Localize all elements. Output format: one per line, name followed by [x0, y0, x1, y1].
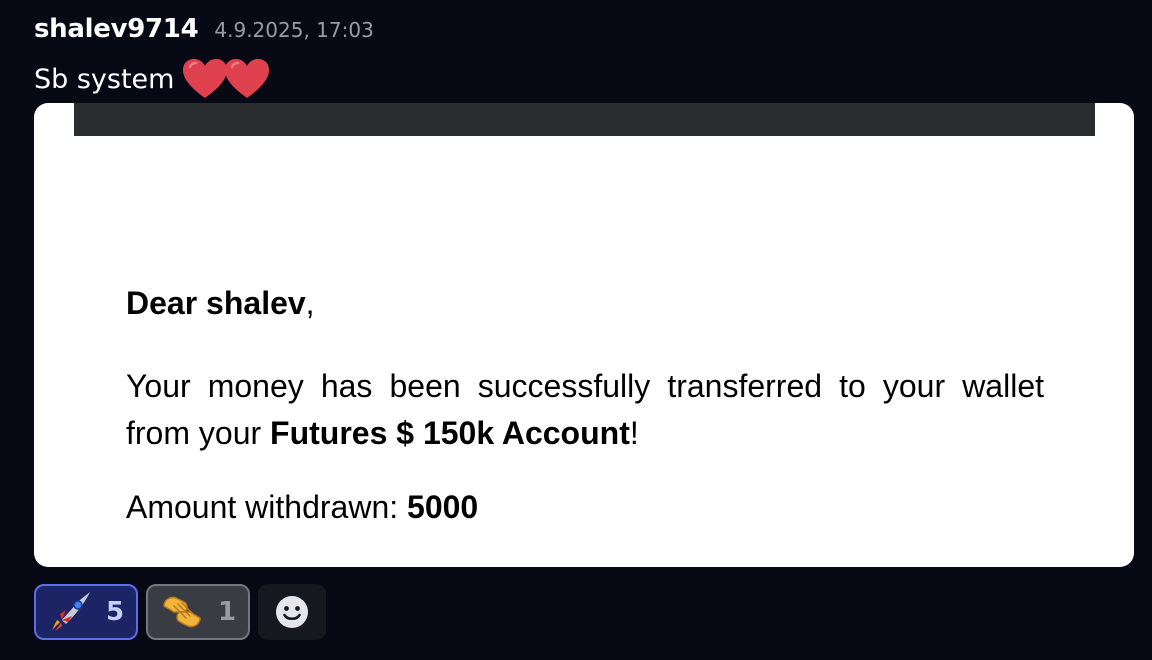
reaction-count: 5 [106, 597, 125, 627]
amount-label: Amount withdrawn: [126, 489, 408, 525]
message-header: shalev9714 4.9.2025, 17:03 [34, 14, 374, 44]
greeting-name: Dear shalev [126, 285, 306, 321]
message-text-line: Sb system [34, 58, 270, 100]
email-header-bar [74, 103, 1095, 136]
red-heart-icon [183, 59, 228, 98]
body-post: ! [629, 415, 639, 451]
image-attachment[interactable]: Dear shalev, Your money has been success… [34, 103, 1134, 567]
email-greeting: Dear shalev, [126, 283, 1044, 323]
reaction-handshake[interactable]: 1 [146, 584, 250, 640]
amount-value: 5000 [407, 489, 479, 525]
handshake-fist-icon [160, 590, 204, 634]
username[interactable]: shalev9714 [34, 14, 199, 44]
reactions-bar: 5 1 [34, 584, 326, 640]
rocket-icon [48, 590, 92, 634]
email-body: Your money has been successfully transfe… [126, 363, 1044, 457]
body-account: Futures $ 150k Account [270, 415, 630, 451]
add-reaction-button[interactable] [258, 584, 326, 640]
smiley-face-icon [276, 596, 308, 628]
heart-emojis [182, 58, 270, 100]
greeting-punct: , [305, 285, 315, 321]
message-text: Sb system [34, 63, 175, 95]
timestamp: 4.9.2025, 17:03 [214, 18, 374, 42]
email-content: Dear shalev, Your money has been success… [126, 283, 1044, 527]
reaction-count: 1 [218, 597, 237, 627]
red-heart-icon [225, 59, 270, 98]
reaction-rocket[interactable]: 5 [34, 584, 138, 640]
amount-line: Amount withdrawn: 5000 [126, 487, 1044, 527]
